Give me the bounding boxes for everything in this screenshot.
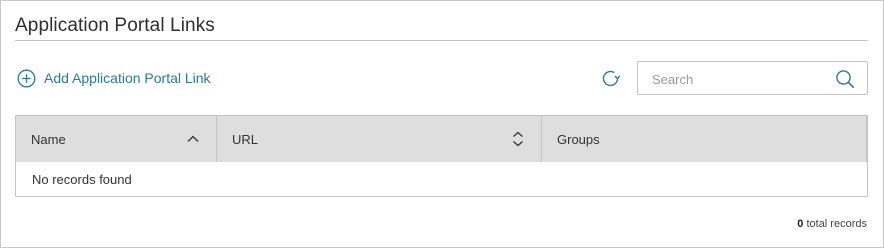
records-count: 0 total records: [797, 218, 867, 230]
column-label-name: Name: [31, 131, 66, 147]
search-box: [637, 61, 868, 95]
empty-message: No records found: [32, 171, 132, 187]
column-header-groups[interactable]: Groups: [542, 116, 867, 162]
column-header-name[interactable]: Name: [16, 116, 217, 162]
page-title: Application Portal Links: [15, 15, 215, 36]
portal-links-table: Name URL Groups No records found: [15, 115, 868, 197]
chevron-up-icon: [184, 130, 202, 148]
refresh-button[interactable]: [599, 67, 622, 90]
column-label-groups: Groups: [557, 131, 600, 147]
refresh-icon: [602, 70, 621, 87]
add-portal-link-label: Add Application Portal Link: [44, 70, 211, 86]
search-input[interactable]: [652, 70, 832, 88]
table-header: Name URL Groups: [16, 116, 867, 162]
title-divider: [15, 40, 868, 41]
records-count-suffix: total records: [803, 218, 867, 230]
search-icon[interactable]: [835, 69, 855, 89]
empty-table-row: No records found: [16, 162, 867, 196]
plus-circle-icon: [17, 69, 36, 88]
add-portal-link-button[interactable]: Add Application Portal Link: [17, 68, 211, 88]
column-label-url: URL: [232, 131, 259, 147]
column-header-url[interactable]: URL: [217, 116, 542, 162]
portal-links-panel: Application Portal Links Add Application…: [0, 0, 884, 248]
sort-updown-icon: [509, 130, 527, 148]
